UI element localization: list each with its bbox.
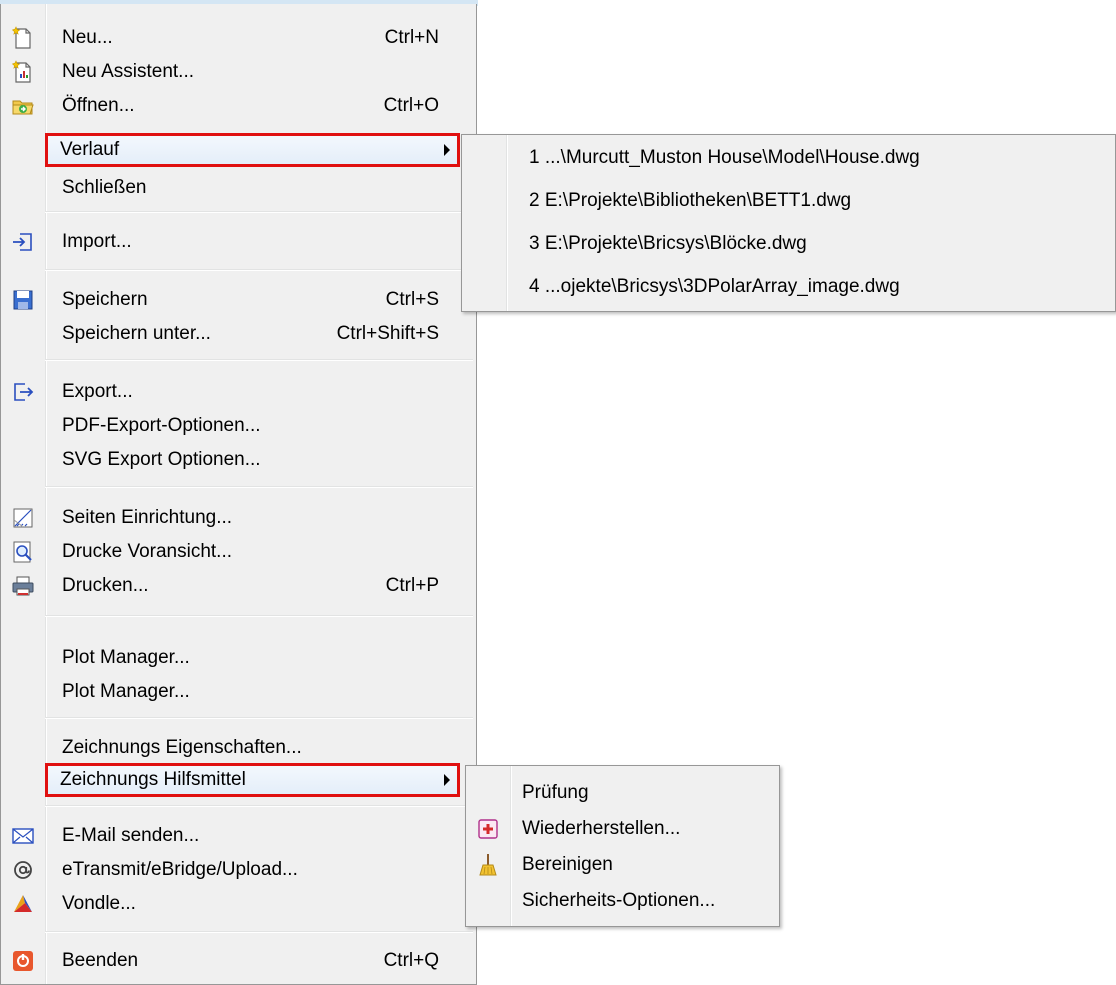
menu-item-print-preview[interactable]: Drucke Voransicht... xyxy=(4,535,473,569)
new-file-icon xyxy=(11,26,35,50)
menu-item-open[interactable]: Öffnen... Ctrl+O xyxy=(4,89,473,123)
menu-item-save-as[interactable]: Speichern unter... Ctrl+Shift+S xyxy=(4,317,473,351)
recover-cross-icon xyxy=(476,817,500,841)
menu-item-label: Seiten Einrichtung... xyxy=(62,507,233,528)
menu-item-label: Vondle... xyxy=(62,893,136,914)
menu-item-etransmit[interactable]: eTransmit/eBridge/Upload... xyxy=(4,853,473,887)
menu-item-label: Sicherheits-Optionen... xyxy=(522,890,716,911)
print-preview-icon xyxy=(11,540,35,564)
menu-item-close[interactable]: Schließen xyxy=(4,171,473,205)
menu-item-new[interactable]: Neu... Ctrl+N xyxy=(4,21,473,55)
menu-item-plot-manager[interactable]: Plot Manager... xyxy=(4,641,473,675)
menu-item-label: Zeichnungs Eigenschaften... xyxy=(62,737,302,758)
menu-separator xyxy=(45,931,473,933)
menu-item-export[interactable]: Export... xyxy=(4,375,473,409)
menu-item-purge[interactable]: Bereinigen xyxy=(469,848,776,882)
menu-item-label: Drucken... xyxy=(62,575,149,596)
menu-item-label: Plot Manager... xyxy=(62,647,190,668)
menu-item-history[interactable]: Verlauf xyxy=(45,133,460,167)
menu-separator xyxy=(45,805,473,807)
menu-item-print[interactable]: Drucken... Ctrl+P xyxy=(4,569,473,603)
drawing-tools-submenu: Prüfung Wiederherstellen... Bereinigen S… xyxy=(465,765,780,927)
recent-file-label: 1 ...\Murcutt_Muston House\Model\House.d… xyxy=(529,147,920,168)
menu-item-drawing-properties[interactable]: Zeichnungs Eigenschaften... xyxy=(4,731,473,765)
menu-item-plot-manager-2[interactable]: Plot Manager... xyxy=(4,675,473,709)
save-disk-icon xyxy=(11,288,35,312)
menu-item-pdf-export-options[interactable]: PDF-Export-Optionen... xyxy=(4,409,473,443)
broom-icon xyxy=(476,853,500,877)
envelope-icon xyxy=(11,824,35,848)
menu-item-security-options[interactable]: Sicherheits-Optionen... xyxy=(469,884,776,918)
new-wizard-icon xyxy=(11,60,35,84)
printer-icon xyxy=(11,574,35,598)
menu-item-label: Drucke Voransicht... xyxy=(62,541,233,562)
menu-item-label: Neu Assistent... xyxy=(62,61,195,82)
recent-file-item[interactable]: 1 ...\Murcutt_Muston House\Model\House.d… xyxy=(465,141,1112,175)
menu-item-label: Prüfung xyxy=(522,782,589,803)
file-menu: Neu... Ctrl+N Neu Assistent... Öffnen...… xyxy=(0,4,477,985)
menu-item-shortcut: Ctrl+Shift+S xyxy=(336,323,439,344)
recent-file-label: 3 E:\Projekte\Bricsys\Blöcke.dwg xyxy=(529,233,807,254)
recent-file-item[interactable]: 4 ...ojekte\Bricsys\3DPolarArray_image.d… xyxy=(465,270,1112,304)
menu-item-import[interactable]: Import... xyxy=(4,225,473,259)
history-submenu: 1 ...\Murcutt_Muston House\Model\House.d… xyxy=(461,134,1116,312)
menu-item-vondle[interactable]: Vondle... xyxy=(4,887,473,921)
menu-item-drawing-tools[interactable]: Zeichnungs Hilfsmittel xyxy=(45,763,460,797)
at-sign-icon xyxy=(11,858,35,882)
page-setup-icon xyxy=(11,506,35,530)
menu-separator xyxy=(45,615,473,617)
menu-item-label: Export... xyxy=(62,381,133,402)
menu-separator xyxy=(45,486,473,488)
menu-item-label: E-Mail senden... xyxy=(62,825,200,846)
menu-item-label: Bereinigen xyxy=(522,854,613,875)
menu-item-label: Speichern xyxy=(62,289,148,310)
menu-item-svg-export-options[interactable]: SVG Export Optionen... xyxy=(4,443,473,477)
menu-item-shortcut: Ctrl+Q xyxy=(383,950,439,971)
menu-item-label: Zeichnungs Hilfsmittel xyxy=(60,769,246,790)
menu-item-page-setup[interactable]: Seiten Einrichtung... xyxy=(4,501,473,535)
menu-item-save[interactable]: Speichern Ctrl+S xyxy=(4,283,473,317)
recent-file-item[interactable]: 2 E:\Projekte\Bibliotheken\BETT1.dwg xyxy=(465,184,1112,218)
menu-separator xyxy=(45,211,473,213)
menu-item-send-email[interactable]: E-Mail senden... xyxy=(4,819,473,853)
power-exit-icon xyxy=(11,949,35,973)
open-folder-icon xyxy=(11,94,35,118)
menu-item-shortcut: Ctrl+S xyxy=(385,289,439,310)
menu-item-new-wizard[interactable]: Neu Assistent... xyxy=(4,55,473,89)
menu-item-label: Speichern unter... xyxy=(62,323,211,344)
menu-item-label: Import... xyxy=(62,231,132,252)
menu-separator xyxy=(45,359,473,361)
menu-item-label: Wiederherstellen... xyxy=(522,818,681,839)
submenu-arrow-icon xyxy=(444,144,450,156)
recent-file-item[interactable]: 3 E:\Projekte\Bricsys\Blöcke.dwg xyxy=(465,227,1112,261)
submenu-arrow-icon xyxy=(444,774,450,786)
menu-item-shortcut: Ctrl+N xyxy=(384,27,439,48)
menu-item-label: Schließen xyxy=(62,177,147,198)
menu-item-label: SVG Export Optionen... xyxy=(62,449,261,470)
menu-item-label: Beenden xyxy=(62,950,139,971)
export-icon xyxy=(11,380,35,404)
menu-separator xyxy=(45,269,473,271)
menu-item-shortcut: Ctrl+O xyxy=(383,95,439,116)
import-icon xyxy=(11,230,35,254)
menu-item-label: Neu... xyxy=(62,27,113,48)
menu-item-exit[interactable]: Beenden Ctrl+Q xyxy=(4,944,473,978)
menu-item-audit[interactable]: Prüfung xyxy=(469,776,776,810)
menu-item-label: Plot Manager... xyxy=(62,681,190,702)
menu-separator xyxy=(45,717,473,719)
vondle-logo-icon xyxy=(11,892,35,916)
menu-item-shortcut: Ctrl+P xyxy=(385,575,439,596)
menu-item-label: Verlauf xyxy=(60,139,120,160)
menu-item-recover[interactable]: Wiederherstellen... xyxy=(469,812,776,846)
recent-file-label: 2 E:\Projekte\Bibliotheken\BETT1.dwg xyxy=(529,190,852,211)
menu-item-label: eTransmit/eBridge/Upload... xyxy=(62,859,298,880)
menu-item-label: Öffnen... xyxy=(62,95,135,116)
menu-item-label: PDF-Export-Optionen... xyxy=(62,415,261,436)
recent-file-label: 4 ...ojekte\Bricsys\3DPolarArray_image.d… xyxy=(529,276,900,297)
